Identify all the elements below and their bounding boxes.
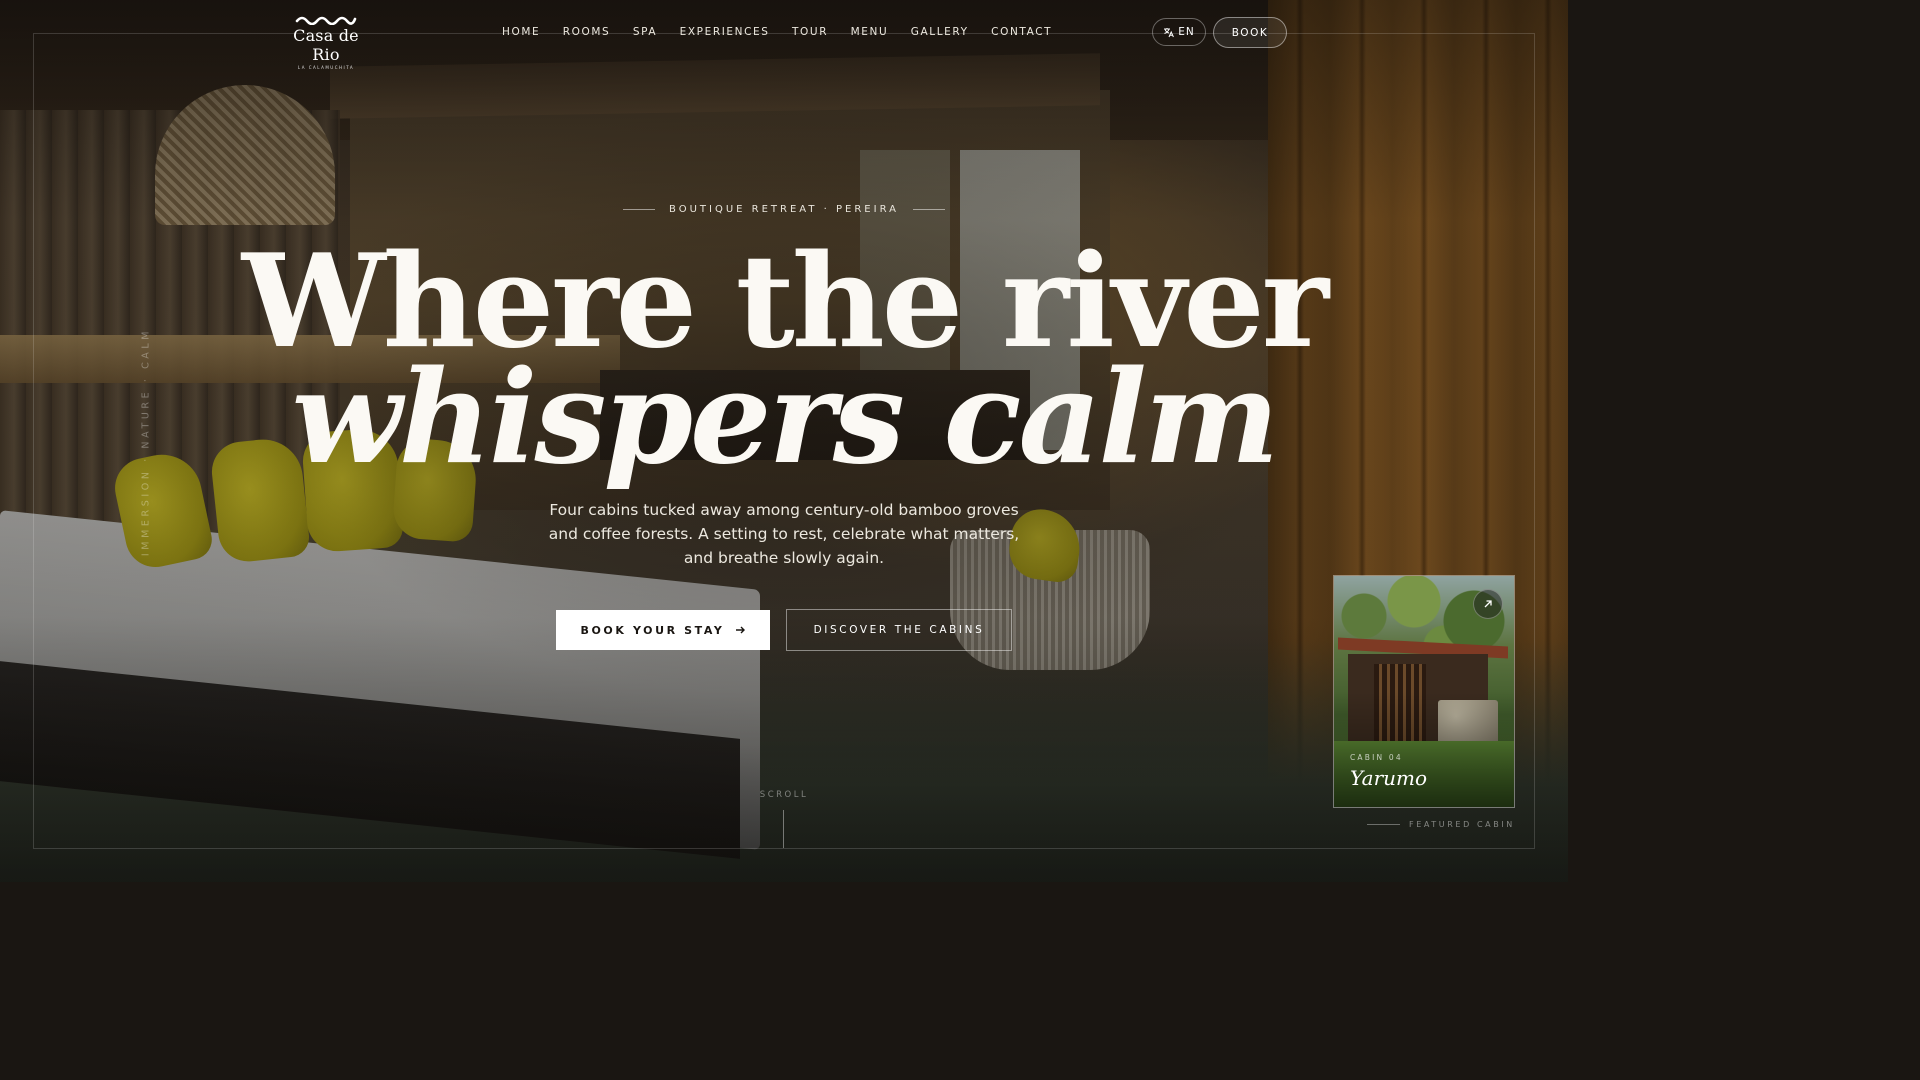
hero-eyebrow: BOUTIQUE RETREAT · PEREIRA: [0, 204, 1568, 215]
header-book-button[interactable]: BOOK: [1213, 17, 1287, 48]
featured-cabin-card[interactable]: CABIN 04 Yarumo: [1333, 575, 1515, 808]
eyebrow-rule-right: [912, 209, 945, 210]
headline-line-2: whispers calm: [291, 343, 1280, 493]
book-your-stay-button[interactable]: BOOK YOUR STAY: [556, 610, 770, 650]
card-link-button[interactable]: [1473, 589, 1503, 619]
translate-icon: [1164, 27, 1175, 37]
brand-logo[interactable]: Casa de Rio LA CALAMUCHITA: [281, 13, 371, 70]
language-label: EN: [1178, 26, 1195, 38]
eyebrow-rule-left: [623, 209, 656, 210]
featured-cabin-title: Yarumo: [1350, 766, 1428, 790]
featured-caption-rule: [1367, 824, 1400, 825]
hero-subcopy: Four cabins tucked away among century-ol…: [548, 501, 1020, 567]
book-your-stay-label: BOOK YOUR STAY: [580, 623, 725, 637]
wave-logo-icon: [295, 16, 357, 25]
brand-name: Casa de Rio: [293, 26, 359, 64]
featured-caption-text: FEATURED CABIN: [1409, 820, 1515, 829]
scroll-indicator-line: [783, 810, 784, 848]
discover-cabins-button[interactable]: DISCOVER THE CABINS: [786, 609, 1012, 651]
nav-item-menu[interactable]: MENU: [851, 26, 889, 38]
language-switcher-button[interactable]: EN: [1152, 18, 1206, 46]
nav-item-contact[interactable]: CONTACT: [991, 26, 1052, 38]
arrow-right-icon: [735, 626, 745, 634]
nav-item-gallery[interactable]: GALLERY: [911, 26, 969, 38]
nav-item-spa[interactable]: SPA: [633, 26, 657, 38]
featured-cabin-caption: FEATURED CABIN: [1367, 820, 1515, 829]
hero-headline: Where the river whispers calm: [0, 236, 1568, 493]
brand-tagline: LA CALAMUCHITA: [297, 65, 355, 70]
nav-item-tour[interactable]: TOUR: [792, 26, 828, 38]
arrow-up-right-icon: [1484, 600, 1492, 608]
eyebrow-text: BOUTIQUE RETREAT · PEREIRA: [669, 204, 899, 215]
nav-item-home[interactable]: HOME: [502, 26, 540, 38]
nav-item-experiences[interactable]: EXPERIENCES: [680, 26, 770, 38]
nav-item-rooms[interactable]: ROOMS: [563, 26, 611, 38]
main-nav: HOME ROOMS SPA EXPERIENCES TOUR MENU GAL…: [502, 26, 1075, 38]
featured-cabin-kicker: CABIN 04: [1350, 753, 1403, 762]
